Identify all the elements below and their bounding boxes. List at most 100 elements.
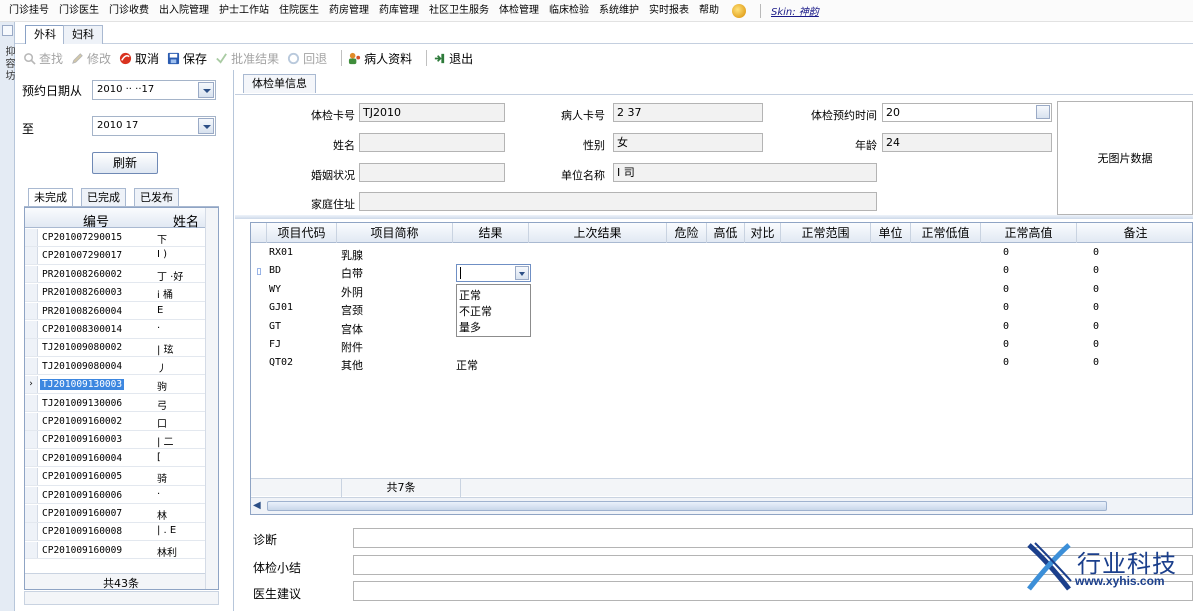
table-row[interactable]: PR201008260004 E bbox=[25, 302, 207, 321]
address-field[interactable] bbox=[359, 192, 877, 211]
skin-selector[interactable]: Skin: 神韵 bbox=[767, 3, 819, 18]
tab-completed[interactable]: 已完成 bbox=[81, 188, 126, 206]
table-row[interactable]: CP201007290017 I ) bbox=[25, 247, 207, 265]
row-indicator[interactable] bbox=[25, 229, 38, 246]
table-row[interactable]: CP201009160002 口 bbox=[25, 413, 207, 431]
appt-time-field[interactable]: 20 bbox=[882, 103, 1052, 122]
column-header-normal-high[interactable]: 正常高值 bbox=[981, 223, 1077, 243]
row-pointer-icon[interactable]: › bbox=[25, 376, 38, 393]
scroll-left-icon[interactable]: ◀ bbox=[253, 500, 265, 512]
table-row[interactable]: GJ01 宫颈 0 0 bbox=[251, 300, 1192, 319]
table-row[interactable]: CP201009160007 林 bbox=[25, 505, 207, 523]
menu-system[interactable]: 系统维护 bbox=[594, 0, 644, 22]
age-field[interactable]: 24 bbox=[882, 133, 1052, 152]
table-row[interactable]: CP201009160004 [ bbox=[25, 449, 207, 468]
tab-incomplete[interactable]: 未完成 bbox=[28, 188, 73, 206]
column-header-high-low[interactable]: 高低 bbox=[707, 223, 745, 243]
table-row[interactable]: CP201009160006 · bbox=[25, 486, 207, 505]
dropdown-option-normal[interactable]: 正常 bbox=[459, 287, 481, 303]
chevron-down-icon[interactable] bbox=[515, 266, 529, 280]
tab-surgery[interactable]: 外科 bbox=[25, 25, 65, 44]
column-header-unit[interactable]: 单位 bbox=[871, 223, 911, 243]
row-indicator[interactable] bbox=[25, 541, 38, 559]
appointment-grid-scrollbar[interactable] bbox=[205, 208, 218, 589]
cancel-button[interactable]: 取消 bbox=[119, 50, 159, 67]
table-row[interactable]: WY 外阴 0 0 bbox=[251, 282, 1192, 301]
menu-checkup[interactable]: 体检管理 bbox=[494, 0, 544, 22]
exit-button[interactable]: 退出 bbox=[433, 50, 473, 67]
menu-reports[interactable]: 实时报表 bbox=[644, 0, 694, 22]
name-field[interactable] bbox=[359, 133, 505, 152]
chevron-down-icon[interactable] bbox=[198, 118, 214, 134]
row-indicator[interactable] bbox=[25, 321, 38, 338]
row-indicator[interactable] bbox=[251, 337, 267, 356]
menu-outpatient-doctor[interactable]: 门诊医生 bbox=[54, 0, 104, 22]
column-header-code[interactable]: 编号 bbox=[83, 211, 109, 230]
row-indicator[interactable] bbox=[25, 431, 38, 448]
row-indicator[interactable] bbox=[25, 357, 38, 375]
row-indicator[interactable] bbox=[251, 300, 267, 319]
card-no-field[interactable]: TJ2010 bbox=[359, 103, 505, 122]
approve-button[interactable]: 批准结果 bbox=[215, 50, 279, 67]
column-header-normal-range[interactable]: 正常范围 bbox=[781, 223, 871, 243]
column-header-last-result[interactable]: 上次结果 bbox=[529, 223, 667, 243]
table-row[interactable]: GT 宫体 0 0 bbox=[251, 319, 1192, 338]
table-row[interactable]: QT02 其他 正常 0 0 bbox=[251, 355, 1192, 374]
row-indicator[interactable] bbox=[25, 413, 38, 430]
row-indicator[interactable] bbox=[25, 468, 38, 485]
find-button[interactable]: 查找 bbox=[23, 50, 63, 67]
edit-button[interactable]: 修改 bbox=[71, 50, 111, 67]
date-to-picker[interactable]: 2010 17 bbox=[92, 116, 216, 136]
table-row[interactable]: CP201009160005 骑 bbox=[25, 468, 207, 486]
edit-row-icon[interactable]: ▯ bbox=[251, 263, 267, 282]
row-indicator[interactable] bbox=[25, 523, 38, 540]
table-row[interactable]: PR201008260002 丁 ·好 bbox=[25, 265, 207, 284]
scrollbar-thumb[interactable] bbox=[267, 501, 1107, 511]
tab-checkup-info[interactable]: 体检单信息 bbox=[243, 74, 316, 93]
table-row[interactable]: CP201008300014 · bbox=[25, 321, 207, 339]
table-row[interactable]: ▯ BD 白带 0 0 bbox=[251, 263, 1192, 282]
row-indicator[interactable] bbox=[251, 282, 267, 301]
menu-pharmacy[interactable]: 药房管理 bbox=[324, 0, 374, 22]
column-header-item-name[interactable]: 项目简称 bbox=[337, 223, 453, 243]
table-row[interactable]: CP201007290015 下 bbox=[25, 229, 207, 247]
chevron-down-icon[interactable] bbox=[198, 82, 214, 98]
table-row[interactable]: TJ201009080004 丿 bbox=[25, 357, 207, 376]
row-indicator[interactable] bbox=[251, 245, 267, 264]
refresh-button[interactable]: 刷新 bbox=[92, 152, 158, 174]
unit-field[interactable]: I 司 bbox=[613, 163, 877, 182]
patient-card-field[interactable]: 2 37 bbox=[613, 103, 763, 122]
menu-help[interactable]: 帮助 bbox=[694, 0, 724, 22]
chevron-down-icon[interactable] bbox=[1036, 105, 1050, 119]
tab-gynecology[interactable]: 妇科 bbox=[63, 25, 103, 44]
column-header-normal-low[interactable]: 正常低值 bbox=[911, 223, 981, 243]
gender-field[interactable]: 女 bbox=[613, 133, 763, 152]
column-header-item-code[interactable]: 项目代码 bbox=[267, 223, 337, 243]
table-row[interactable]: PR201008260003 i 桶 bbox=[25, 284, 207, 302]
menu-admission[interactable]: 出入院管理 bbox=[154, 0, 214, 22]
menu-drug-warehouse[interactable]: 药库管理 bbox=[374, 0, 424, 22]
dropdown-option-heavy[interactable]: 量多 bbox=[459, 319, 481, 335]
row-indicator[interactable] bbox=[251, 355, 267, 374]
skin-icon[interactable] bbox=[732, 3, 746, 18]
column-header-risk[interactable]: 危险 bbox=[667, 223, 707, 243]
row-indicator[interactable] bbox=[25, 394, 38, 412]
column-header-remarks[interactable]: 备注 bbox=[1077, 223, 1192, 243]
revert-button[interactable]: 回退 bbox=[287, 50, 327, 67]
marital-field[interactable] bbox=[359, 163, 505, 182]
table-row[interactable]: TJ201009080002 | 玹 bbox=[25, 339, 207, 357]
table-row[interactable]: CP201009160003 | 二 bbox=[25, 431, 207, 449]
column-header-compare[interactable]: 对比 bbox=[745, 223, 781, 243]
table-row[interactable]: CP201009160009 林利 bbox=[25, 541, 207, 560]
left-horizontal-scrollbar[interactable] bbox=[24, 591, 219, 605]
table-row[interactable]: TJ201009130006 弓 bbox=[25, 394, 207, 413]
menu-inpatient-doctor[interactable]: 住院医生 bbox=[274, 0, 324, 22]
side-strip[interactable]: 抑 容 坊 bbox=[0, 22, 15, 611]
row-indicator[interactable] bbox=[25, 505, 38, 522]
table-row[interactable]: CP201009160008 | . E bbox=[25, 523, 207, 541]
menu-community-health[interactable]: 社区卫生服务 bbox=[424, 0, 494, 22]
menu-outpatient-billing[interactable]: 门诊收费 bbox=[104, 0, 154, 22]
column-header-name[interactable]: 姓名 bbox=[173, 211, 199, 230]
menu-outpatient-registration[interactable]: 门诊挂号 bbox=[4, 0, 54, 22]
dropdown-option-abnormal[interactable]: 不正常 bbox=[459, 303, 492, 319]
